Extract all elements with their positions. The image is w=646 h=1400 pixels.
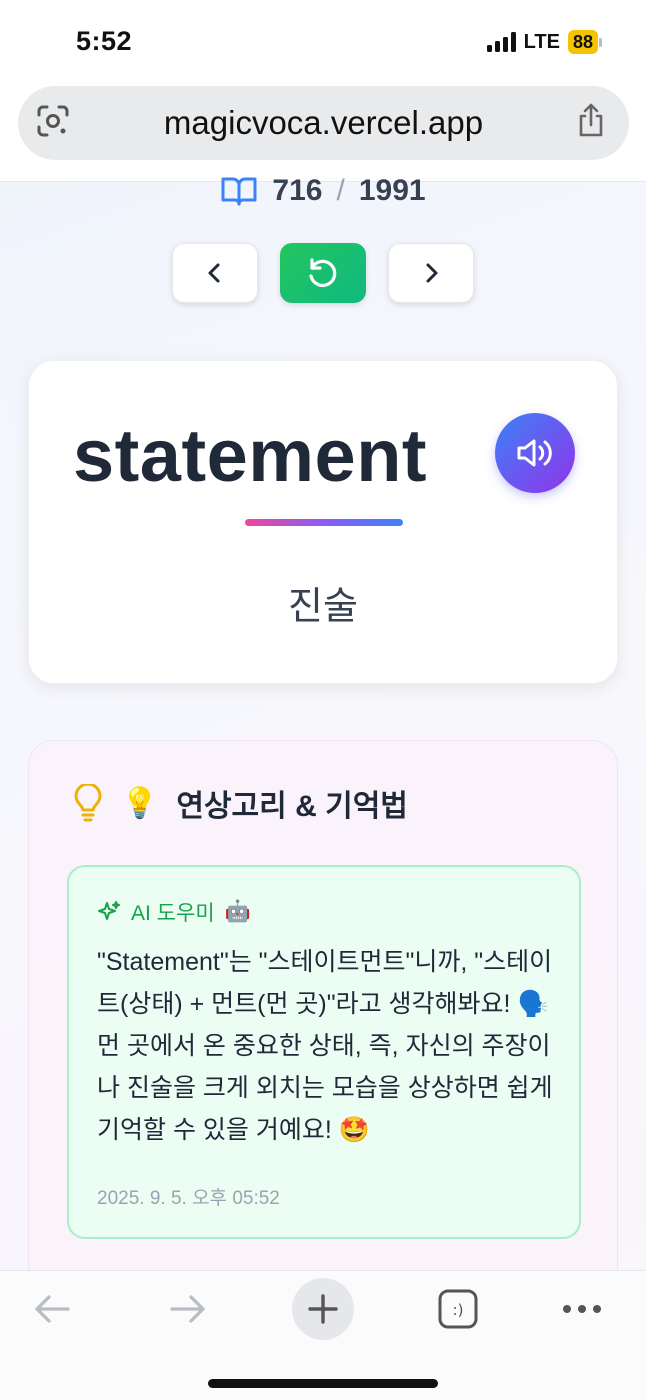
- mnemonic-header: 💡 연상고리 & 기억법: [73, 781, 408, 825]
- network-label: LTE: [523, 30, 560, 53]
- forward-icon: [170, 1295, 205, 1323]
- progress-counter: 716 / 1991: [0, 174, 646, 208]
- mnemonic-card: 💡 연상고리 & 기억법 AI 도우미 🤖 "Statement"는 "스테이트…: [28, 740, 618, 1300]
- more-icon: [563, 1305, 601, 1313]
- pronounce-button[interactable]: [495, 413, 575, 493]
- lightbulb-icon: [74, 784, 102, 822]
- chevron-left-icon: [208, 263, 220, 283]
- back-icon: [35, 1295, 70, 1323]
- plus-icon: [308, 1294, 338, 1324]
- next-button[interactable]: [388, 243, 474, 303]
- new-tab-button[interactable]: [292, 1278, 354, 1340]
- ai-label-text: AI 도우미: [131, 902, 215, 925]
- chevron-right-icon: [426, 263, 438, 283]
- bulb-emoji: 💡: [121, 786, 159, 820]
- total-count: 1991: [358, 174, 426, 207]
- share-icon[interactable]: [575, 102, 607, 138]
- browser-toolbar: :): [0, 1270, 646, 1400]
- vocab-word: statement: [73, 414, 428, 497]
- mnemonic-text: "Statement"는 "스테이트먼트"니까, "스테이트(상태) + 먼트(…: [97, 948, 553, 1144]
- ai-helper-box: AI 도우미 🤖 "Statement"는 "스테이트먼트"니까, "스테이트(…: [67, 865, 581, 1239]
- sparkles-icon: [98, 901, 120, 920]
- url-text[interactable]: magicvoca.vercel.app: [18, 104, 629, 142]
- home-indicator: [208, 1379, 438, 1388]
- battery-icon: 88: [567, 30, 602, 54]
- back-button[interactable]: [22, 1279, 82, 1339]
- counter-separator: /: [336, 174, 345, 207]
- word-meaning: 진술: [288, 586, 358, 628]
- current-index: 716: [272, 174, 323, 207]
- tabs-icon: :): [438, 1289, 478, 1329]
- book-icon: [221, 177, 257, 206]
- mnemonic-timestamp: 2025. 9. 5. 오후 05:52: [97, 1188, 280, 1209]
- tabs-button[interactable]: :): [428, 1279, 488, 1339]
- address-bar[interactable]: magicvoca.vercel.app: [18, 86, 629, 160]
- word-card[interactable]: statement 진술: [28, 360, 618, 684]
- status-time: 5:52: [76, 26, 133, 56]
- browser-chrome: magicvoca.vercel.app: [0, 84, 646, 182]
- speaker-icon: [517, 439, 552, 467]
- battery-level: 88: [567, 30, 598, 54]
- refresh-icon: [309, 258, 337, 287]
- word-underline: [245, 519, 403, 526]
- svg-text::): :): [453, 1301, 464, 1319]
- forward-button[interactable]: [158, 1279, 218, 1339]
- mnemonic-title: 연상고리 & 기억법: [176, 790, 408, 823]
- prev-button[interactable]: [172, 243, 258, 303]
- status-indicators: LTE 88: [486, 30, 602, 54]
- ai-label: AI 도우미 🤖: [97, 897, 251, 927]
- robot-emoji: 🤖: [224, 900, 251, 923]
- more-button[interactable]: [552, 1279, 612, 1339]
- reset-button[interactable]: [280, 243, 366, 303]
- signal-icon: [486, 32, 516, 52]
- status-bar: 5:52 LTE 88: [0, 0, 646, 84]
